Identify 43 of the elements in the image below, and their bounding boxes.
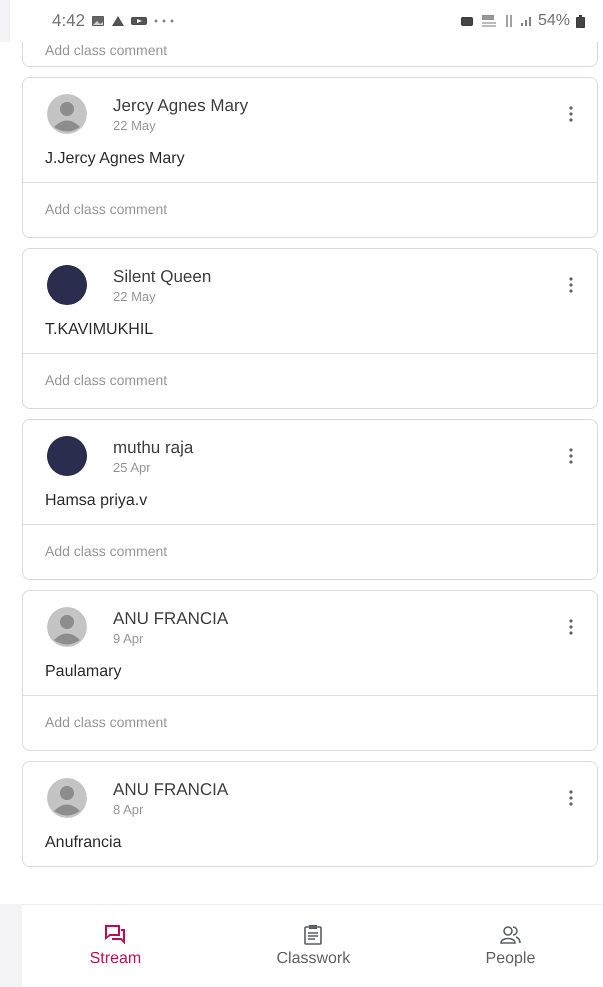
author-name: muthu raja bbox=[113, 438, 194, 458]
kebab-menu-icon bbox=[569, 619, 573, 635]
video-icon bbox=[131, 16, 148, 26]
add-comment-link[interactable]: Add class comment bbox=[23, 42, 597, 66]
add-comment-link[interactable]: Add class comment bbox=[23, 524, 597, 579]
author-name: ANU FRANCIA bbox=[113, 780, 230, 800]
post-text: T.KAVIMUKHIL bbox=[44, 320, 154, 340]
author-name: Jercy Agnes Mary bbox=[113, 96, 250, 116]
classwork-icon bbox=[302, 924, 324, 946]
post-date: 8 Apr bbox=[113, 802, 144, 816]
avatar-photo-placeholder bbox=[47, 265, 87, 305]
avatar-silhouette bbox=[47, 94, 87, 134]
add-comment-link[interactable]: Add class comment bbox=[23, 182, 597, 237]
kebab-menu-icon bbox=[569, 277, 573, 293]
post-text: J.Jercy Agnes Mary bbox=[44, 149, 186, 169]
post-date: 22 May bbox=[113, 288, 157, 304]
post-date: 9 Apr bbox=[113, 630, 144, 646]
post-text: Paulamary bbox=[44, 662, 122, 682]
nav-tab[interactable]: Classwork bbox=[264, 920, 362, 972]
add-comment-link[interactable]: Add class comment bbox=[23, 353, 597, 408]
kebab-menu-icon bbox=[569, 106, 573, 122]
post-date: 22 May bbox=[113, 118, 157, 132]
stream-icon bbox=[104, 924, 126, 946]
post-date: 25 Apr bbox=[113, 460, 152, 474]
author-name: Silent Queen bbox=[113, 266, 212, 286]
nav-tab[interactable]: Stream bbox=[78, 920, 154, 972]
kebab-menu-icon bbox=[569, 790, 573, 806]
people-icon bbox=[499, 924, 522, 946]
avatar-photo-placeholder bbox=[47, 436, 87, 476]
battery-percent: 54% bbox=[538, 12, 570, 30]
post-text: Hamsa priya.v bbox=[44, 491, 148, 511]
add-comment-link[interactable]: Add class comment bbox=[23, 695, 597, 750]
signal-icon bbox=[520, 15, 532, 27]
status-time: 4:42 bbox=[52, 11, 86, 31]
battery-icon bbox=[576, 14, 585, 28]
avatar-silhouette bbox=[47, 778, 87, 818]
avatar-silhouette bbox=[47, 607, 87, 647]
more-icon bbox=[153, 18, 176, 24]
author-name: ANU FRANCIA bbox=[113, 608, 230, 628]
nav-tab[interactable]: People bbox=[474, 920, 548, 972]
image-icon bbox=[91, 15, 106, 27]
kebab-menu-icon bbox=[569, 448, 573, 464]
post-text: Anufrancia bbox=[44, 833, 122, 853]
